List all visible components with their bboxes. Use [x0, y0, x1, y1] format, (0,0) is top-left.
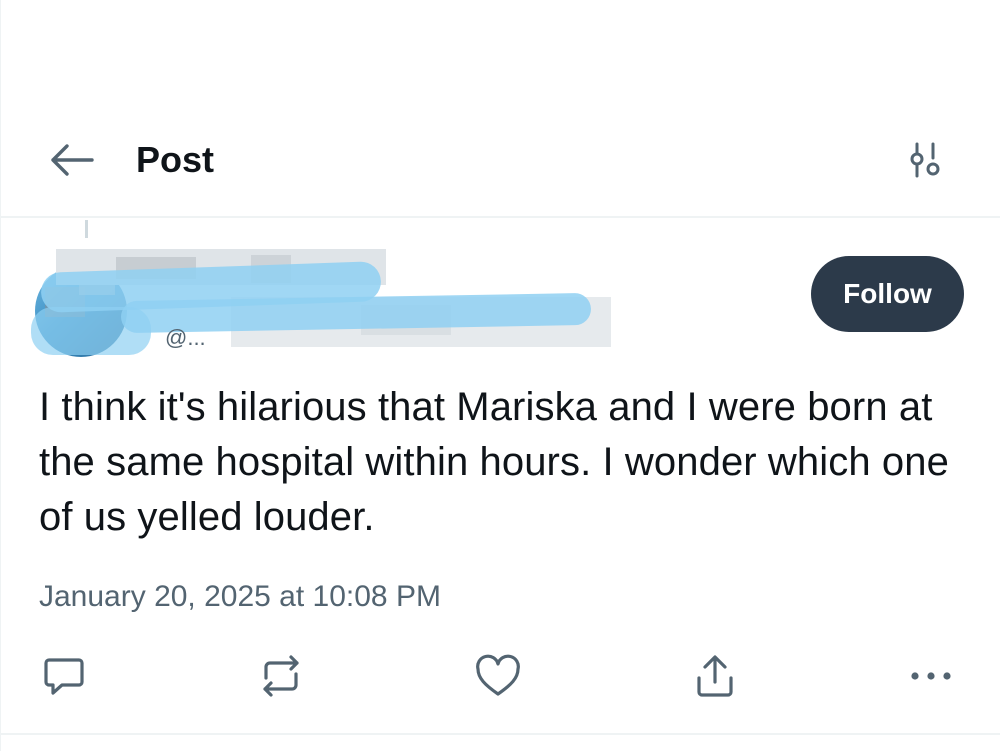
more-icon [909, 668, 953, 684]
arrow-left-icon [48, 143, 94, 177]
post-timestamp[interactable]: January 20, 2025 at 10:08 PM [39, 577, 441, 617]
action-bar [1, 640, 1000, 710]
like-button[interactable] [470, 648, 526, 704]
share-icon [691, 652, 739, 700]
sliders-button[interactable] [899, 136, 951, 184]
thread-connector [85, 220, 88, 238]
back-button[interactable] [45, 136, 97, 184]
repost-button[interactable] [253, 648, 309, 704]
more-button[interactable] [903, 648, 959, 704]
divider [1, 733, 1000, 735]
post-text: I think it's hilarious that Mariska and … [39, 385, 949, 539]
share-button[interactable] [687, 648, 743, 704]
page-title: Post [136, 139, 215, 180]
reply-icon [40, 652, 88, 700]
author-block[interactable]: @... [31, 245, 631, 360]
post-screen: Post @... Follow I think it's hilarious … [0, 0, 1000, 751]
like-icon [473, 652, 523, 700]
follow-button[interactable]: Follow [811, 256, 964, 332]
reply-button[interactable] [36, 648, 92, 704]
sliders-icon [905, 140, 945, 180]
top-bar: Post [1, 112, 1000, 218]
repost-icon [257, 652, 305, 700]
handle-fragment: @... [165, 325, 206, 350]
